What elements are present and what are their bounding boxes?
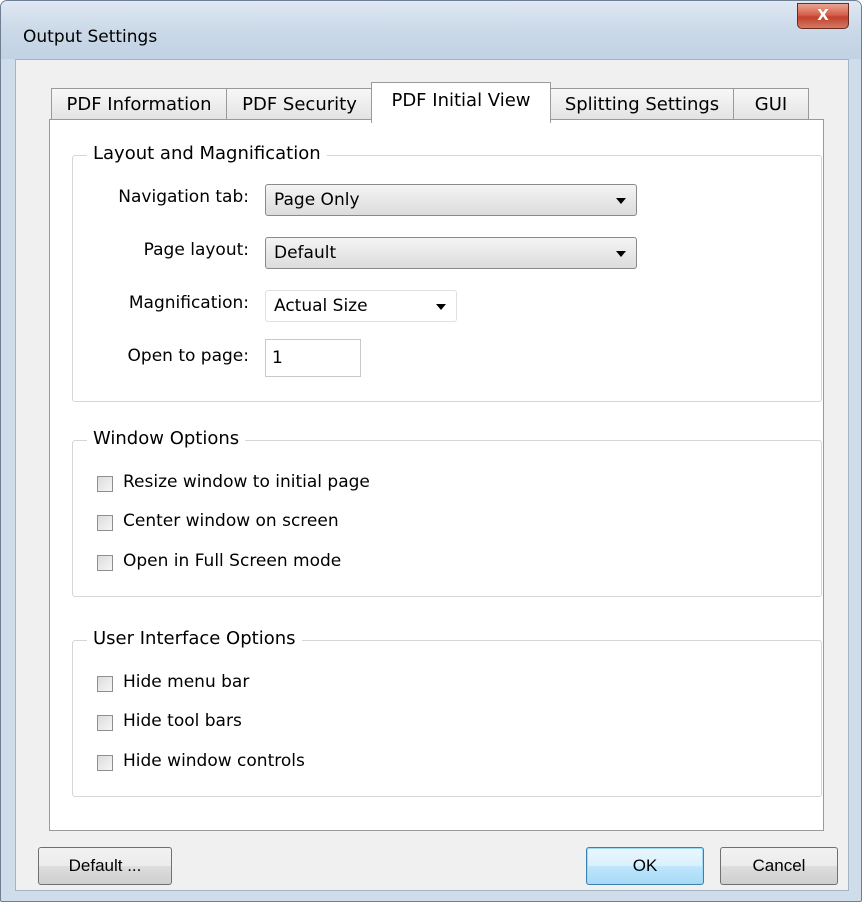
ok-button[interactable]: OK bbox=[586, 847, 704, 885]
navigation-tab-value: Page Only bbox=[274, 190, 360, 210]
hide-menu-bar-checkbox[interactable] bbox=[97, 676, 113, 692]
layout-magnification-group: Layout and Magnification Navigation tab:… bbox=[72, 143, 822, 402]
window-options-group: Window Options Resize window to initial … bbox=[72, 428, 822, 597]
open-to-page-label: Open to page: bbox=[127, 346, 249, 366]
resize-window-checkbox[interactable] bbox=[97, 476, 113, 492]
dialog-body: PDF Information PDF Security PDF Initial… bbox=[15, 59, 849, 891]
title-bar: Output Settings X bbox=[1, 1, 861, 59]
full-screen-checkbox[interactable] bbox=[97, 555, 113, 571]
magnification-select[interactable]: Actual Size bbox=[265, 290, 457, 322]
cancel-button[interactable]: Cancel bbox=[720, 847, 838, 885]
center-window-label: Center window on screen bbox=[123, 511, 339, 531]
tab-pdf-information[interactable]: PDF Information bbox=[51, 88, 227, 120]
chevron-down-icon bbox=[436, 304, 446, 310]
tab-pdf-initial-view[interactable]: PDF Initial View bbox=[371, 82, 551, 123]
page-layout-label: Page layout: bbox=[143, 240, 249, 260]
chevron-down-icon bbox=[616, 251, 626, 257]
group-title-ui: User Interface Options bbox=[87, 628, 302, 649]
close-button[interactable]: X bbox=[797, 3, 849, 29]
tab-gui[interactable]: GUI bbox=[733, 88, 809, 120]
tab-panel-initial-view: Layout and Magnification Navigation tab:… bbox=[49, 119, 824, 831]
window-title: Output Settings bbox=[23, 27, 158, 47]
group-title-layout: Layout and Magnification bbox=[87, 143, 327, 164]
center-window-checkbox[interactable] bbox=[97, 515, 113, 531]
page-layout-select[interactable]: Default bbox=[265, 237, 637, 269]
close-icon: X bbox=[817, 6, 829, 24]
full-screen-label: Open in Full Screen mode bbox=[123, 551, 342, 571]
open-to-page-input[interactable]: 1 bbox=[265, 339, 361, 377]
hide-tool-bars-checkbox[interactable] bbox=[97, 715, 113, 731]
hide-window-controls-label: Hide window controls bbox=[123, 751, 305, 771]
user-interface-options-group: User Interface Options Hide menu bar Hid… bbox=[72, 628, 822, 797]
output-settings-dialog: Output Settings X PDF Information PDF Se… bbox=[0, 0, 862, 902]
hide-menu-bar-label: Hide menu bar bbox=[123, 672, 250, 692]
group-title-window: Window Options bbox=[87, 428, 246, 449]
tab-pdf-security[interactable]: PDF Security bbox=[226, 88, 373, 120]
resize-window-label: Resize window to initial page bbox=[123, 472, 370, 492]
magnification-label: Magnification: bbox=[128, 293, 249, 313]
hide-tool-bars-label: Hide tool bars bbox=[123, 711, 242, 731]
page-layout-value: Default bbox=[274, 243, 337, 263]
magnification-value: Actual Size bbox=[274, 296, 368, 316]
chevron-down-icon bbox=[616, 198, 626, 204]
hide-window-controls-checkbox[interactable] bbox=[97, 755, 113, 771]
default-button[interactable]: Default ... bbox=[38, 847, 172, 885]
navigation-tab-label: Navigation tab: bbox=[118, 187, 249, 207]
navigation-tab-select[interactable]: Page Only bbox=[265, 184, 637, 216]
tab-splitting-settings[interactable]: Splitting Settings bbox=[550, 88, 734, 120]
